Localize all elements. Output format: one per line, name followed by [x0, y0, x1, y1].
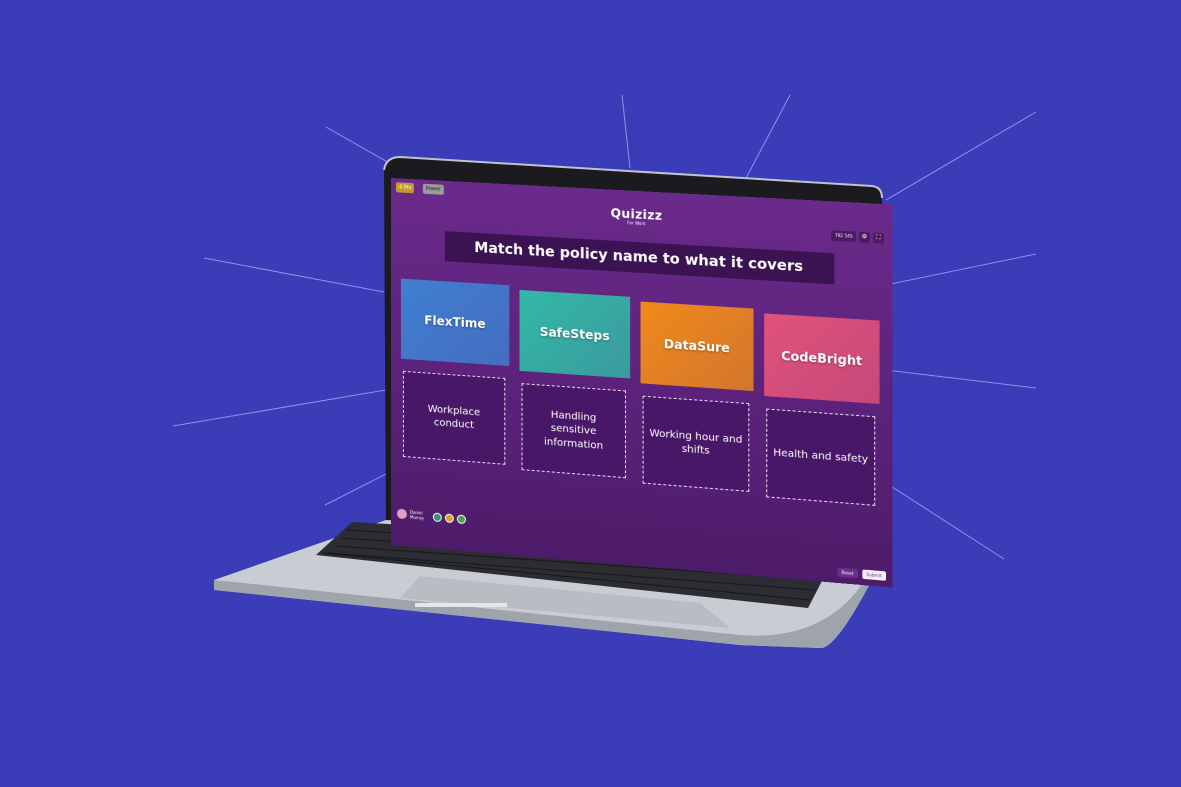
submit-button[interactable]: Submit — [862, 569, 886, 580]
player-name: Daniel Murray — [410, 510, 430, 522]
option-card-datasure[interactable]: DataSure — [641, 302, 754, 392]
powerup-icon[interactable] — [457, 514, 466, 524]
option-label: SafeSteps — [540, 325, 610, 344]
option-card-flextime[interactable]: FlexTime — [401, 279, 509, 367]
gear-icon[interactable]: ⚙ — [859, 232, 870, 243]
powerup-icon[interactable] — [445, 513, 454, 523]
drop-target-sensitive-information[interactable]: Handling sensitive information — [522, 383, 627, 478]
option-label: FlexTime — [424, 313, 485, 331]
option-label: CodeBright — [781, 349, 862, 369]
drop-target-working-hours[interactable]: Working hour and shifts — [643, 396, 750, 492]
timer-value: 792 — [835, 233, 843, 239]
score-value: 545 — [844, 233, 852, 239]
drop-target-workplace-conduct[interactable]: Workplace conduct — [403, 371, 505, 465]
timer-readout: 792 545 — [832, 230, 856, 242]
fullscreen-icon[interactable]: ⛶ — [873, 233, 884, 244]
question-title: Match the policy name to what it covers — [445, 231, 835, 284]
option-card-codebright[interactable]: CodeBright — [764, 313, 879, 404]
reset-button[interactable]: Reset — [837, 567, 858, 578]
powerup-badge[interactable]: Power — [423, 184, 444, 195]
player-info: Daniel Murray — [397, 508, 466, 524]
powerup-icon[interactable] — [433, 512, 442, 522]
avatar — [397, 508, 407, 519]
option-label: DataSure — [664, 337, 730, 356]
top-right-controls: 792 545 ⚙ ⛶ — [832, 230, 884, 243]
quizizz-logo: Quizizz For Work — [611, 206, 663, 227]
quiz-screen: 4 Pts Power Quizizz For Work 792 545 ⚙ ⛶… — [391, 178, 893, 588]
drop-target-health-safety[interactable]: Health and safety — [766, 409, 875, 506]
footer-actions: Reset Submit — [837, 567, 886, 580]
option-card-safesteps[interactable]: SafeSteps — [519, 290, 630, 379]
points-badge: 4 Pts — [396, 182, 414, 193]
